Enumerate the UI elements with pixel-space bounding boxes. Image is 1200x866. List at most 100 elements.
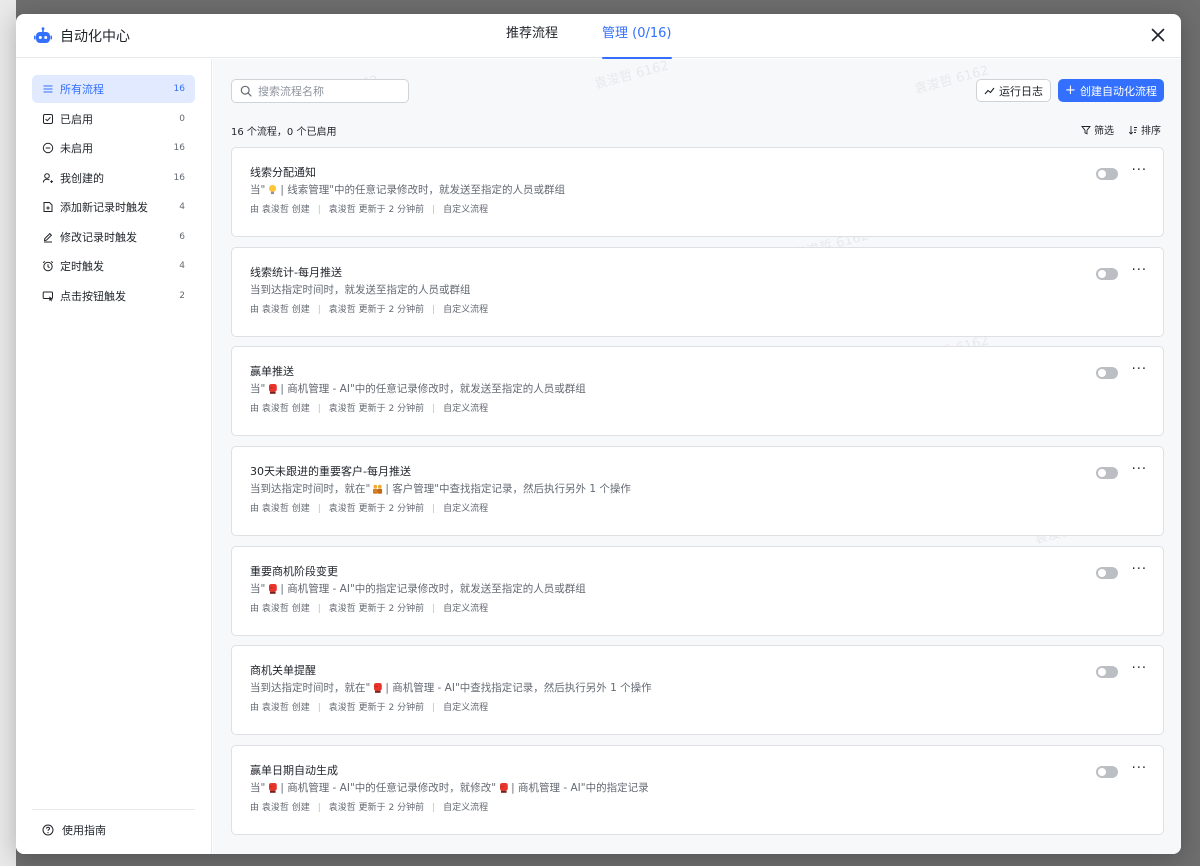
more-icon[interactable]: ··· xyxy=(1132,164,1147,178)
main-panel: 袁浚哲 6162袁浚哲 6162袁浚哲 6162袁浚哲 6162袁浚哲 6162… xyxy=(213,59,1181,854)
help-circle-icon xyxy=(42,824,54,836)
more-icon[interactable]: ··· xyxy=(1132,263,1147,278)
flow-meta-item: 由 袁浚哲 创建 xyxy=(250,304,310,315)
search-box[interactable] xyxy=(231,79,409,103)
flow-description: 当" | 商机管理 - AI"中的指定记录修改时，就发送至指定的人员或群组 xyxy=(250,581,1145,597)
meta-separator: | xyxy=(432,504,436,515)
run-log-button[interactable]: 运行日志 xyxy=(976,79,1051,102)
more-icon[interactable]: ··· xyxy=(1132,463,1147,477)
meta-separator: | xyxy=(317,304,321,315)
sidebar-item-count: 2 xyxy=(179,290,185,301)
flow-meta-item: 自定义流程 xyxy=(443,304,489,315)
flow-meta: 由 袁浚哲 创建 | 袁浚哲 更新于 2 分钟前 | 自定义流程 xyxy=(250,701,1145,715)
flow-desc-text: 当" xyxy=(250,383,266,396)
sidebar-item-label: 未启用 xyxy=(60,142,93,155)
usage-guide-label: 使用指南 xyxy=(62,824,106,837)
sidebar-item-1[interactable]: 已启用 0 xyxy=(32,105,195,133)
flow-meta-item: 由 袁浚哲 创建 xyxy=(250,404,310,415)
filter-button[interactable]: 筛选 xyxy=(1081,122,1114,137)
create-automation-button[interactable]: + 创建自动化流程 xyxy=(1058,79,1164,102)
sort-button[interactable]: 排序 xyxy=(1128,122,1161,137)
flow-title: 赢单日期自动生成 xyxy=(250,764,338,778)
flow-desc-text: 当" xyxy=(250,184,266,196)
modal-header: 自动化中心 推荐流程 管理 (0/16) xyxy=(16,14,1181,59)
plus-icon: + xyxy=(1065,82,1076,98)
meta-separator: | xyxy=(432,205,436,215)
more-icon[interactable]: ··· xyxy=(1132,562,1147,577)
boxing-glove-icon xyxy=(269,783,278,793)
flow-card[interactable]: 线索统计-每月推送 当到达指定时间时，就发送至指定的人员或群组由 袁浚哲 创建 | 袁… xyxy=(231,246,1164,337)
more-icon[interactable]: ··· xyxy=(1132,662,1147,676)
flow-card[interactable]: 30天未跟进的重要客户-每月推送当到达指定时间时，就在" | 客户管理"中查找指… xyxy=(231,446,1164,537)
sidebar-item-3[interactable]: 我创建的 16 xyxy=(32,164,195,192)
enable-toggle[interactable] xyxy=(1096,467,1118,480)
more-icon[interactable]: ··· xyxy=(1132,762,1147,776)
create-automation-label: 创建自动化流程 xyxy=(1079,84,1157,98)
sort-label: 排序 xyxy=(1141,126,1161,137)
enable-toggle[interactable] xyxy=(1096,168,1118,180)
meta-separator: | xyxy=(432,703,436,714)
more-icon[interactable]: ··· xyxy=(1132,363,1147,377)
flow-meta-item: 袁浚哲 更新于 2 分钟前 xyxy=(328,703,425,714)
sidebar-item-2[interactable]: 未启用 16 xyxy=(32,134,195,162)
enable-toggle[interactable] xyxy=(1096,267,1118,280)
flow-card[interactable]: 线索分配通知 当" | 线索管理"中的任意记录修改时，就发送至指定的人员或群组由 … xyxy=(231,147,1164,237)
flow-meta-item: 自定义流程 xyxy=(443,404,489,415)
flow-description: 当到达指定时间时，就在" | 客户管理"中查找指定记录，然后执行另外 1 个操作 xyxy=(250,481,1145,497)
flow-description: 当" | 商机管理 - AI"中的任意记录修改时，就发送至指定的人员或群组 xyxy=(250,381,1145,397)
flow-desc-text: | 商机管理 - AI"中的指定记录 xyxy=(511,782,649,795)
sidebar-item-label: 添加新记录时触发 xyxy=(60,201,148,214)
boxing-glove-icon xyxy=(500,783,508,793)
usage-guide-link[interactable]: 使用指南 xyxy=(32,809,195,838)
sidebar-item-count: 16 xyxy=(173,84,185,94)
flow-meta: 由 袁浚哲 创建 | 袁浚哲 更新于 2 分钟前 | 自定义流程 xyxy=(250,203,1145,217)
sidebar-item-4[interactable]: 添加新记录时触发 4 xyxy=(32,193,195,221)
enable-toggle[interactable] xyxy=(1096,367,1118,380)
flow-card[interactable]: 重要商机阶段变更 当" | 商机管理 - AI"中的指定记录修改时，就发送至指定的… xyxy=(231,545,1164,636)
flow-list: 线索分配通知 当" | 线索管理"中的任意记录修改时，就发送至指定的人员或群组由 … xyxy=(231,147,1164,845)
flow-meta-item: 由 袁浚哲 创建 xyxy=(250,603,310,614)
meta-separator: | xyxy=(432,803,436,814)
sidebar-item-0[interactable]: 所有流程 16 xyxy=(32,75,195,103)
robot-icon xyxy=(34,27,52,43)
flow-meta-item: 自定义流程 xyxy=(443,703,489,714)
meta-separator: | xyxy=(317,803,321,814)
flow-desc-text: | 商机管理 - AI"中的任意记录修改时，就发送至指定的人员或群组 xyxy=(280,383,586,396)
flow-title: 30天未跟进的重要客户-每月推送 xyxy=(250,465,411,479)
flow-desc-text: 当到达指定时间时，就在" xyxy=(250,483,371,496)
sidebar-item-7[interactable]: 点击按钮触发 2 xyxy=(32,282,195,310)
flow-meta-item: 自定义流程 xyxy=(443,504,489,515)
flow-card[interactable]: 赢单推送 当" | 商机管理 - AI"中的任意记录修改时，就发送至指定的人员或群… xyxy=(231,346,1164,437)
enable-toggle[interactable] xyxy=(1096,566,1118,579)
search-input[interactable] xyxy=(258,84,398,98)
flow-desc-text: | 商机管理 - AI"中的指定记录修改时，就发送至指定的人员或群组 xyxy=(280,582,586,595)
sidebar-item-label: 点击按钮触发 xyxy=(60,289,126,303)
sidebar-list: 所有流程 16 已启用 0 未启用 16 我创建的 16 添加新记录时触发 4 修改记录时触发 6 定时… xyxy=(16,59,211,310)
flow-meta: 由 袁浚哲 创建 | 袁浚哲 更新于 2 分钟前 | 自定义流程 xyxy=(250,801,1145,815)
flow-card[interactable]: 赢单日期自动生成 当" | 商机管理 - AI"中的任意记录修改时，就修改" | … xyxy=(231,745,1164,836)
tab-manage[interactable]: 管理 (0/16) xyxy=(602,14,672,59)
boxing-glove-icon xyxy=(374,683,383,694)
meta-separator: | xyxy=(317,404,321,415)
run-log-label: 运行日志 xyxy=(999,84,1043,98)
enable-toggle[interactable] xyxy=(1096,666,1118,679)
flow-desc-text: 当到达指定时间时，就在" xyxy=(250,682,371,695)
flow-card[interactable]: 商机关单提醒 当到达指定时间时，就在" | 商机管理 - AI"中查找指定记录，然… xyxy=(231,645,1164,736)
flow-desc-text: | 商机管理 - AI"中查找指定记录，然后执行另外 1 个操作 xyxy=(385,682,652,695)
tab-recommended[interactable]: 推荐流程 xyxy=(506,14,558,58)
flow-meta: 由 袁浚哲 创建 | 袁浚哲 更新于 2 分钟前 | 自定义流程 xyxy=(250,502,1145,516)
sidebar-item-6[interactable]: 定时触发 4 xyxy=(32,252,195,280)
sidebar-item-5[interactable]: 修改记录时触发 6 xyxy=(32,223,195,251)
flow-desc-text: | 商机管理 - AI"中的任意记录修改时，就修改" xyxy=(280,782,497,795)
meta-separator: | xyxy=(317,603,321,614)
flow-description: 当到达指定时间时，就在" | 商机管理 - AI"中查找指定记录，然后执行另外 … xyxy=(250,680,1145,696)
close-icon[interactable] xyxy=(1149,26,1167,44)
meta-separator: | xyxy=(432,404,436,415)
alarm-icon xyxy=(42,261,54,272)
boxing-glove-icon xyxy=(269,583,278,594)
flow-meta-item: 袁浚哲 更新于 2 分钟前 xyxy=(328,803,425,814)
enable-toggle[interactable] xyxy=(1096,766,1118,779)
click-button-icon xyxy=(42,291,54,301)
sidebar-item-count: 4 xyxy=(179,261,185,271)
flow-meta-item: 由 袁浚哲 创建 xyxy=(250,504,310,515)
